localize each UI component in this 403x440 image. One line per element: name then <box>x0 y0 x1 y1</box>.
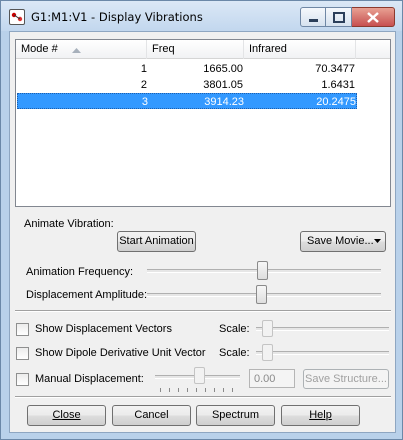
cancel-button-label: Cancel <box>134 409 169 421</box>
help-button-label: Help <box>309 409 332 421</box>
displacement-amplitude-label: Displacement Amplitude: <box>26 289 148 301</box>
dipole-scale-slider[interactable] <box>256 351 389 355</box>
display-vibrations-window: G1:M1:V1 - Display Vibrations Mode # Fre… <box>0 0 403 440</box>
divider <box>15 310 391 312</box>
dialog-body: Mode # Freq Infrared 1 1665.00 70.3477 2… <box>9 31 396 433</box>
save-structure-button[interactable]: Save Structure... <box>303 369 389 389</box>
freq-cell: 3914.23 <box>204 96 244 108</box>
freq-cell: 1665.00 <box>203 63 243 75</box>
close-button-label: Close <box>52 409 81 421</box>
slider-tick <box>196 388 197 392</box>
slider-tick <box>223 388 224 392</box>
mode-cell: 2 <box>140 79 147 91</box>
vectors-scale-slider[interactable] <box>256 327 389 331</box>
app-icon[interactable] <box>9 9 25 25</box>
title-bar[interactable]: G1:M1:V1 - Display Vibrations <box>1 1 402 31</box>
list-header: Mode # Freq Infrared <box>16 40 390 59</box>
column-header-label: Infrared <box>249 43 287 55</box>
minimize-button[interactable] <box>300 7 326 27</box>
manual-displacement-thumb[interactable] <box>194 367 205 384</box>
show-dipole-derivative-label[interactable]: Show Dipole Derivative Unit Vector <box>35 347 206 359</box>
close-window-button[interactable] <box>352 7 395 27</box>
infrared-cell: 70.3477 <box>315 63 355 75</box>
table-row[interactable]: 1 1665.00 70.3477 <box>17 61 357 77</box>
table-row-selected[interactable]: 3 3914.23 20.2475 <box>17 93 357 109</box>
slider-tick <box>232 388 233 392</box>
slider-tick <box>205 388 206 392</box>
slider-tick <box>178 388 179 392</box>
slider-tick <box>187 388 188 392</box>
help-button[interactable]: Help <box>281 405 360 426</box>
animate-vibration-label: Animate Vibration: <box>24 218 114 230</box>
maximize-button[interactable] <box>326 7 352 27</box>
mode-cell: 1 <box>140 63 147 75</box>
slider-tick <box>160 388 161 392</box>
save-movie-label: Save Movie... <box>307 235 374 247</box>
show-displacement-vectors-label[interactable]: Show Displacement Vectors <box>35 323 172 335</box>
animation-frequency-thumb[interactable] <box>257 261 268 280</box>
sort-ascending-icon <box>72 48 81 53</box>
column-header-label: Mode # <box>21 43 58 55</box>
slider-tick <box>214 388 215 392</box>
dipole-scale-label: Scale: <box>219 347 250 359</box>
show-displacement-vectors-checkbox[interactable] <box>16 323 29 336</box>
vectors-scale-thumb[interactable] <box>262 320 273 337</box>
manual-displacement-label[interactable]: Manual Displacement: <box>35 373 144 385</box>
manual-displacement-value[interactable]: 0.00 <box>249 369 295 388</box>
vectors-scale-label: Scale: <box>219 323 250 335</box>
divider <box>15 396 391 398</box>
spectrum-button[interactable]: Spectrum <box>196 405 275 426</box>
animation-frequency-label: Animation Frequency: <box>26 266 133 278</box>
column-header-mode[interactable]: Mode # <box>16 40 147 59</box>
cancel-button[interactable]: Cancel <box>112 405 191 426</box>
infrared-cell: 1.6431 <box>321 79 355 91</box>
table-row[interactable]: 2 3801.05 1.6431 <box>17 77 357 93</box>
window-title: G1:M1:V1 - Display Vibrations <box>31 10 203 24</box>
dropdown-arrow-icon <box>374 239 381 243</box>
column-header-freq[interactable]: Freq <box>147 40 244 59</box>
freq-cell: 3801.05 <box>203 79 243 91</box>
mode-cell: 3 <box>141 96 148 108</box>
column-header-infrared[interactable]: Infrared <box>244 40 356 59</box>
start-animation-button[interactable]: Start Animation <box>117 231 196 252</box>
dipole-scale-thumb[interactable] <box>262 344 273 361</box>
spectrum-button-label: Spectrum <box>211 409 260 421</box>
displacement-amplitude-thumb[interactable] <box>256 285 267 304</box>
slider-tick <box>169 388 170 392</box>
manual-displacement-checkbox[interactable] <box>16 373 29 386</box>
close-button[interactable]: Close <box>27 405 106 426</box>
column-header-label: Freq <box>152 43 175 55</box>
vibration-modes-list[interactable]: Mode # Freq Infrared 1 1665.00 70.3477 2… <box>15 39 391 207</box>
infrared-cell: 20.2475 <box>316 96 356 108</box>
save-movie-button[interactable]: Save Movie... <box>300 231 386 252</box>
show-dipole-derivative-checkbox[interactable] <box>16 347 29 360</box>
